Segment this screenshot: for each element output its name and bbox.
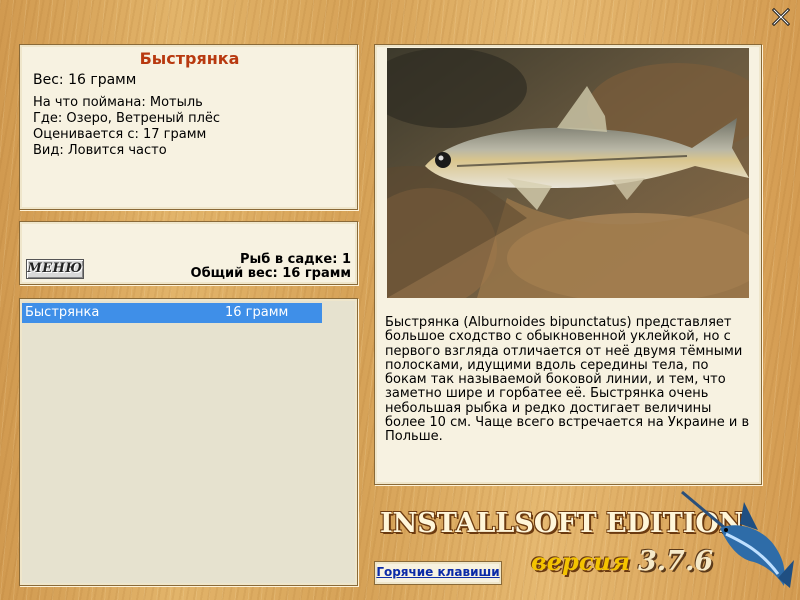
marlin-logo-icon — [681, 490, 794, 588]
hotkeys-button[interactable]: Горячие клавиши — [374, 561, 502, 585]
menu-button[interactable]: МЕНЮ — [26, 259, 84, 279]
version-word: версия — [531, 547, 630, 576]
fish-frequency: Вид: Ловится часто — [33, 143, 167, 158]
fish-weight: Вес: 16 грамм — [33, 72, 137, 88]
fish-description: Быстрянка (Alburnoides bipunctatus) пред… — [385, 315, 750, 445]
total-weight-label: Общий вес: 16 грамм — [190, 266, 351, 281]
fish-count-label: Рыб в садке: 1 — [239, 252, 351, 267]
list-item-name: Быстрянка — [25, 305, 100, 320]
fish-info-panel: Быстрянка Вес: 16 грамм На что поймана: … — [19, 44, 358, 210]
brand-logo-text: INSTALLSOFT EDITION — [380, 508, 744, 539]
keepnet-summary-panel: МЕНЮ Рыб в садке: 1 Общий вес: 16 грамм — [19, 221, 358, 285]
fish-photo — [387, 48, 749, 298]
list-item-weight: 16 грамм — [225, 305, 289, 320]
list-item[interactable]: Быстрянка 16 грамм — [22, 303, 322, 323]
fish-name-title: Быстрянка — [139, 49, 240, 68]
keepnet-list[interactable]: Быстрянка 16 грамм — [19, 298, 358, 586]
close-icon — [771, 7, 791, 27]
fish-bait: На что поймана: Мотыль — [33, 95, 203, 110]
fish-location: Где: Озеро, Ветреный плёс — [33, 111, 221, 126]
fish-description-panel: Быстрянка (Alburnoides bipunctatus) пред… — [374, 44, 762, 485]
fish-rating: Оценивается с: 17 грамм — [33, 127, 207, 142]
close-button[interactable] — [770, 6, 792, 28]
